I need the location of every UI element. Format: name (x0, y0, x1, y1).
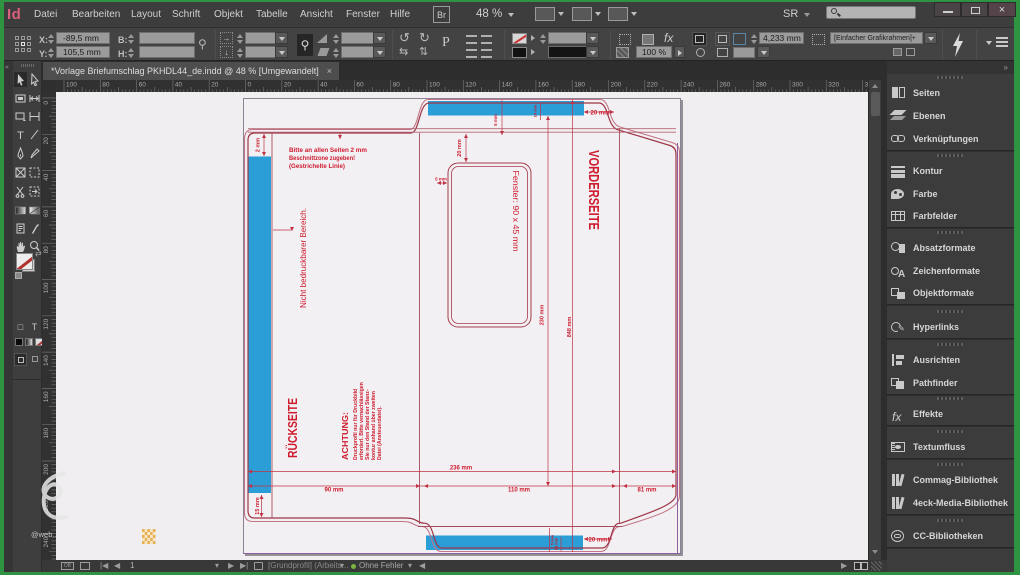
svg-text:ACHTUNG:: ACHTUNG: (341, 412, 350, 460)
svg-text:VORDERSEITE: VORDERSEITE (585, 150, 602, 230)
svg-text:848 mm: 848 mm (567, 317, 573, 338)
svg-text:260: 260 (719, 82, 730, 89)
svg-text:20: 20 (211, 82, 219, 89)
svg-text:14 mm: 14 mm (533, 104, 538, 117)
svg-text:80: 80 (43, 246, 50, 254)
svg-text:40: 40 (175, 82, 183, 89)
svg-text:15 mm: 15 mm (255, 497, 261, 515)
svg-text:180: 180 (43, 427, 50, 438)
svg-text:236 mm: 236 mm (450, 466, 472, 472)
svg-text:220: 220 (647, 82, 658, 89)
svg-text:300: 300 (792, 82, 803, 89)
svg-text:280: 280 (756, 82, 767, 89)
svg-text:Fenster: 90 x 45 mm: Fenster: 90 x 45 mm (511, 171, 520, 252)
svg-text:60: 60 (356, 82, 364, 89)
svg-text:100: 100 (429, 82, 440, 89)
svg-text:200: 200 (611, 82, 622, 89)
svg-text:120: 120 (465, 82, 476, 89)
svg-text:20 mm: 20 mm (457, 139, 463, 157)
svg-text:110 mm: 110 mm (508, 488, 530, 494)
svg-text:60: 60 (139, 82, 147, 89)
svg-text:100: 100 (43, 282, 50, 293)
svg-text:(Gestrichelte Linie): (Gestrichelte Linie) (289, 163, 345, 170)
svg-text:Bitte an allen Seiten 2 mm: Bitte an allen Seiten 2 mm (289, 147, 367, 154)
svg-text:160: 160 (43, 391, 50, 402)
svg-text:120: 120 (43, 318, 50, 329)
svg-text:140: 140 (502, 82, 513, 89)
svg-text:5 mm: 5 mm (435, 177, 447, 182)
svg-text:20 mm: 20 mm (590, 111, 609, 117)
svg-text:320: 320 (828, 82, 839, 89)
svg-text:40: 40 (43, 173, 50, 181)
svg-text:160: 160 (538, 82, 549, 89)
svg-text:180: 180 (574, 82, 585, 89)
svg-text:90 mm: 90 mm (324, 488, 343, 494)
svg-text:20 mm: 20 mm (588, 538, 607, 544)
svg-text:40: 40 (320, 82, 328, 89)
svg-text:RÜCKSEITE: RÜCKSEITE (285, 398, 300, 458)
svg-text:240: 240 (683, 82, 694, 89)
svg-text:60: 60 (43, 210, 50, 218)
svg-text:80: 80 (393, 82, 401, 89)
svg-text:Nicht bedruckbarer Bereich.: Nicht bedruckbarer Bereich. (299, 208, 308, 308)
svg-text:100: 100 (66, 82, 77, 89)
svg-text:81 mm: 81 mm (637, 488, 656, 494)
svg-text:5 mm: 5 mm (493, 114, 498, 126)
svg-text:Datei (Ansteuerdatei).: Datei (Ansteuerdatei). (377, 406, 383, 460)
svg-text:20: 20 (284, 82, 292, 89)
svg-text:0: 0 (43, 101, 50, 105)
svg-text:80: 80 (102, 82, 110, 89)
svg-text:0: 0 (248, 82, 252, 89)
svg-text:140: 140 (43, 355, 50, 366)
svg-text:20: 20 (43, 137, 50, 145)
svg-text:2 mm: 2 mm (256, 138, 262, 152)
svg-text:14 mm: 14 mm (554, 537, 559, 550)
svg-text:230 mm: 230 mm (540, 305, 546, 326)
svg-text:Beschnittzone zugeben!: Beschnittzone zugeben! (289, 155, 355, 162)
